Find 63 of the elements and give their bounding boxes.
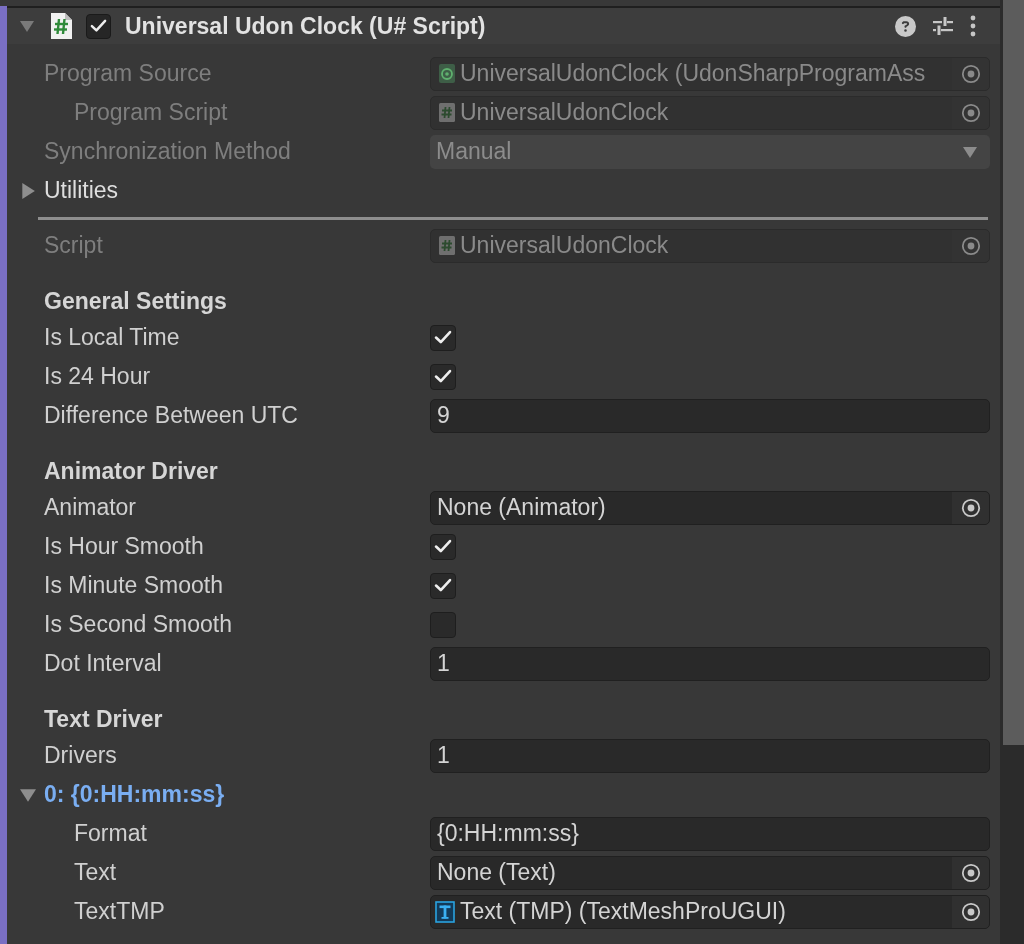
property-label: Program Source xyxy=(44,62,212,85)
caret-icon xyxy=(963,144,977,159)
section-header: Animator Driver xyxy=(44,459,218,483)
text-field[interactable]: 9 xyxy=(430,398,990,433)
property-label: Is Minute Smooth xyxy=(44,574,223,597)
checkbox[interactable] xyxy=(430,611,456,638)
text-field[interactable]: 1 xyxy=(430,738,990,773)
property-label: Is Hour Smooth xyxy=(44,535,204,558)
script-file-icon xyxy=(50,13,72,39)
checkbox[interactable] xyxy=(430,324,456,351)
component-title: Universal Udon Clock (U# Script) xyxy=(125,14,486,38)
property-label: Animator xyxy=(44,496,137,519)
property-label: Is Local Time xyxy=(44,326,180,349)
checkbox[interactable] xyxy=(430,533,456,560)
property-label: Synchronization Method xyxy=(44,140,291,163)
checkmark-icon xyxy=(434,369,452,384)
object-picker-icon xyxy=(960,102,981,123)
triangle-right-icon xyxy=(20,182,36,199)
object-picker-icon xyxy=(960,235,981,256)
property-label: Program Script xyxy=(74,101,228,124)
object-field[interactable]: None (Animator) xyxy=(430,490,990,525)
checkbox[interactable] xyxy=(430,572,456,599)
object-picker-icon xyxy=(960,63,981,84)
script-file-icon xyxy=(439,236,455,255)
triangle-down-icon xyxy=(20,786,36,803)
object-picker-button[interactable] xyxy=(952,895,989,928)
property-label: Is 24 Hour xyxy=(44,365,151,388)
scrollbar[interactable] xyxy=(1000,0,1024,944)
property-label: TextTMP xyxy=(74,900,165,923)
triangle-down-icon[interactable] xyxy=(20,19,34,33)
scrollbar-thumb[interactable] xyxy=(1003,0,1024,745)
property-label: Format xyxy=(74,822,147,845)
object-picker-button[interactable] xyxy=(952,856,989,889)
help-icon[interactable] xyxy=(895,15,916,37)
foldout[interactable]: 0: {0:HH:mm:ss} xyxy=(20,783,225,806)
more-options-icon[interactable] xyxy=(970,15,976,37)
property-label: Drivers xyxy=(44,744,117,767)
property-label: Script xyxy=(44,234,103,257)
checkmark-icon xyxy=(434,330,452,345)
section-header: General Settings xyxy=(44,289,227,313)
script-file-icon xyxy=(439,103,455,122)
object-field[interactable]: Text (TMP) (TextMeshProUGUI) xyxy=(430,894,990,929)
object-picker-icon xyxy=(960,901,981,922)
checkbox[interactable] xyxy=(86,13,111,39)
object-field[interactable]: None (Text) xyxy=(430,855,990,890)
property-label: Dot Interval xyxy=(44,652,162,675)
text-field[interactable]: {0:HH:mm:ss} xyxy=(430,816,990,851)
object-picker-icon xyxy=(960,497,981,518)
checkbox[interactable] xyxy=(430,363,456,390)
checkmark-icon xyxy=(434,578,452,593)
checkmark-icon xyxy=(434,539,452,554)
property-label: Difference Between UTC xyxy=(44,404,298,427)
checkmark-icon xyxy=(90,19,107,33)
section-header: Text Driver xyxy=(44,707,163,731)
program-asset-icon xyxy=(439,64,455,83)
text-component-icon xyxy=(435,900,455,923)
object-picker-icon xyxy=(960,862,981,883)
property-label: Text xyxy=(74,861,117,884)
property-label: Is Second Smooth xyxy=(44,613,232,636)
foldout[interactable]: Utilities xyxy=(20,179,119,202)
object-picker-button[interactable] xyxy=(952,491,989,524)
sliders-icon[interactable] xyxy=(933,17,953,35)
text-field[interactable]: 1 xyxy=(430,646,990,681)
